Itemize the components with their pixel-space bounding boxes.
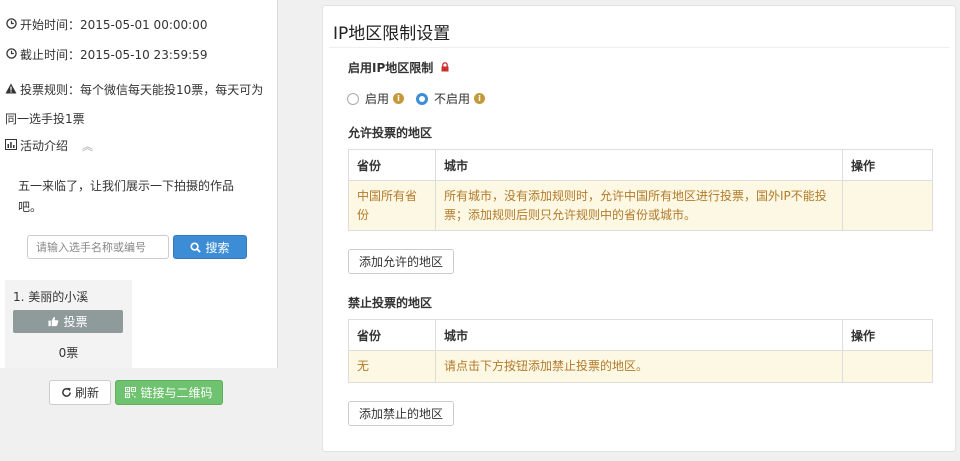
table-row: 无 请点击下方按钮添加禁止投票的地区。 <box>348 350 933 383</box>
col-action: 操作 <box>842 149 933 181</box>
row-city: 所有城市，没有添加规则时，允许中国所有地区进行投票，国外IP不能投票；添加规则后… <box>435 180 843 231</box>
table-row: 中国所有省份 所有城市，没有添加规则时，允许中国所有地区进行投票，国外IP不能投… <box>348 180 933 231</box>
allow-regions-table: 省份 城市 操作 中国所有省份 所有城市，没有添加规则时，允许中国所有地区进行投… <box>348 149 933 231</box>
warning-icon <box>5 76 17 105</box>
row-province: 无 <box>348 350 436 383</box>
chevron-up-icon[interactable]: ︽ <box>82 140 93 153</box>
enable-radio-group: 启用 i 不启用 i <box>347 90 486 107</box>
allow-regions-label: 允许投票的地区 <box>348 126 433 140</box>
row-action <box>842 350 933 383</box>
row-province: 中国所有省份 <box>348 180 436 231</box>
radio-disable[interactable] <box>416 92 429 105</box>
candidate-card: 1. 美丽的小溪 投票 0票 <box>5 280 132 368</box>
link-qrcode-button[interactable]: 链接与二维码 <box>115 380 223 405</box>
ip-region-settings-panel: IP地区限制设置 启用IP地区限制 启用 i 不启用 i 允许投票的地区 省份 … <box>322 5 956 452</box>
radio-enable[interactable] <box>347 92 359 105</box>
activity-intro-text: 五一来临了，让我们展示一下拍摄的作品吧。 <box>18 179 235 214</box>
add-deny-region-button[interactable]: 添加禁止的地区 <box>348 401 455 426</box>
divider <box>329 47 949 48</box>
deny-regions-label: 禁止投票的地区 <box>348 296 433 310</box>
settings-title: IP地区限制设置 <box>333 24 451 44</box>
qrcode-icon <box>125 387 137 398</box>
thumbs-up-icon <box>48 316 59 327</box>
col-province: 省份 <box>348 319 436 351</box>
col-action: 操作 <box>842 319 933 351</box>
refresh-button[interactable]: 刷新 <box>49 380 111 405</box>
clock-icon <box>5 18 17 32</box>
enable-ip-limit-label: 启用IP地区限制 <box>348 59 449 76</box>
table-header-row: 省份 城市 操作 <box>348 319 933 351</box>
vote-rule: 投票规则：每个微信每天能投10票，每天可为同一选手投1票 <box>5 76 271 134</box>
deny-regions-table: 省份 城市 操作 无 请点击下方按钮添加禁止投票的地区。 <box>348 319 933 383</box>
add-allow-region-button[interactable]: 添加允许的地区 <box>348 249 455 274</box>
search-icon <box>190 241 202 253</box>
info-icon[interactable]: i <box>393 93 405 104</box>
row-city: 请点击下方按钮添加禁止投票的地区。 <box>435 350 843 383</box>
col-province: 省份 <box>348 149 436 181</box>
table-header-row: 省份 城市 操作 <box>348 149 933 181</box>
refresh-icon <box>61 387 72 398</box>
end-time: 截止时间：2015-05-10 23:59:59 <box>5 46 207 63</box>
clock-icon <box>5 48 17 62</box>
lock-icon <box>437 62 449 75</box>
activity-intro-toggle[interactable]: 活动介绍 ︽ <box>5 137 93 154</box>
vote-count: 0票 <box>58 346 79 360</box>
col-city: 城市 <box>435 149 843 181</box>
search-input[interactable] <box>27 235 169 259</box>
row-action <box>842 180 933 231</box>
search-button[interactable]: 搜索 <box>173 235 247 259</box>
col-city: 城市 <box>435 319 843 351</box>
candidate-title: 1. 美丽的小溪 <box>13 290 89 304</box>
start-time: 开始时间：2015-05-01 00:00:00 <box>5 16 207 33</box>
bar-chart-icon <box>5 139 17 153</box>
vote-page-preview: 开始时间：2015-05-01 00:00:00 截止时间：2015-05-10… <box>0 0 278 368</box>
info-icon[interactable]: i <box>474 93 486 104</box>
vote-button[interactable]: 投票 <box>13 310 123 333</box>
